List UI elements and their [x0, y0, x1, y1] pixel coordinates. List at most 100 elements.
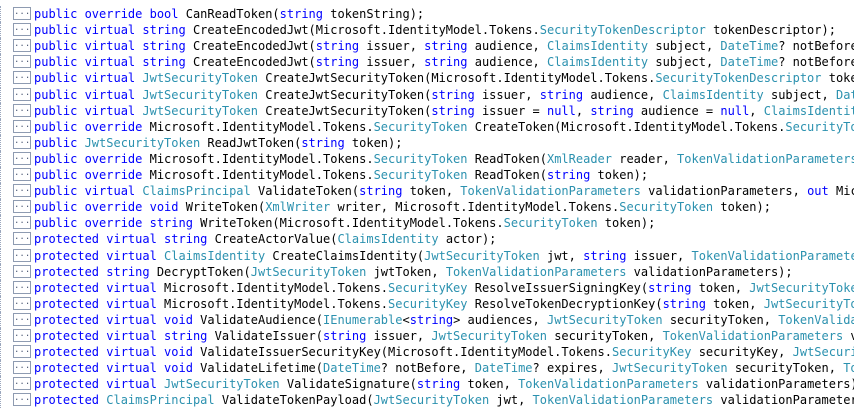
code-token: > audiences,: [453, 312, 547, 327]
type-token: JwtSecurityToken: [749, 280, 854, 295]
ellipsis-box-icon[interactable]: ...: [13, 168, 31, 181]
ellipsis-box-icon[interactable]: ...: [13, 39, 31, 53]
code-token: jwtToken,: [366, 264, 446, 279]
ellipsis-box-icon[interactable]: ...: [13, 200, 31, 214]
ellipsis-box-icon[interactable]: ...: [13, 329, 31, 342]
code-token: ValidateToken(: [250, 184, 360, 199]
type-token: JwtSecurityToken: [431, 329, 547, 343]
outline-guide: [0, 199, 13, 216]
type-token: ClaimsPrincipal: [142, 184, 251, 199]
ellipsis-box-icon[interactable]: ...: [13, 361, 31, 375]
code-token: <: [402, 312, 410, 327]
ellipsis-box-icon[interactable]: ...: [13, 232, 31, 246]
keyword-token: string: [322, 329, 367, 343]
code-line-text: public virtual string CreateEncodedJwt(s…: [34, 39, 854, 53]
ellipsis-box-icon[interactable]: ...: [13, 23, 31, 37]
ellipsis-box-icon[interactable]: ...: [13, 248, 31, 262]
code-token: ReadJwtToken(: [200, 135, 302, 150]
keyword-token: public override: [34, 119, 143, 134]
keyword-token: string: [315, 39, 360, 54]
outline-guide: [0, 311, 13, 328]
ellipsis-box-icon[interactable]: ...: [13, 296, 31, 310]
outline-guide: [0, 22, 13, 39]
code-token: ,: [575, 103, 591, 118]
keyword-token: protected virtual: [34, 248, 165, 263]
code-token: jwt,: [539, 248, 584, 263]
type-token: JwtSecurityToken: [250, 264, 367, 279]
keyword-token: string: [431, 87, 475, 102]
keyword-token: string: [648, 280, 692, 295]
type-token: JwtSecurityToken: [84, 135, 201, 150]
ellipsis-box-icon[interactable]: ...: [13, 393, 31, 407]
code-line: ... public override string WriteToken(Mic…: [0, 215, 854, 232]
type-token: JwtSecurityToken: [547, 312, 663, 327]
ellipsis-box-icon[interactable]: ...: [13, 280, 31, 294]
keyword-token: string: [590, 103, 634, 118]
code-token: ? notBefore, D: [778, 39, 854, 54]
outline-guide: [0, 344, 13, 361]
code-line: ... public virtual string CreateEncodedJw…: [0, 38, 854, 55]
keyword-token: public virtual: [34, 87, 143, 102]
code-token: WriteToken(Microsoft.IdentityModel.Token…: [192, 216, 504, 231]
type-token: ClaimsIdentity: [164, 248, 266, 263]
code-token: validationParameters);: [720, 393, 854, 408]
type-token: TokenValidationParameters: [691, 248, 854, 263]
code-line: ... protected ClaimsPrincipal ValidateTok…: [0, 392, 854, 409]
ellipsis-box-icon[interactable]: ...: [13, 151, 31, 165]
type-token: TokenValidationParameters: [532, 393, 714, 408]
code-token: ValidateIssuerSecurityKey(Microsoft.Iden…: [192, 345, 612, 360]
keyword-token: public override bool: [34, 7, 179, 21]
code-token: CreateJwtSecurityToken(Microsoft.Identit…: [257, 71, 656, 86]
code-token: token,: [705, 296, 764, 311]
keyword-token: protected string: [34, 264, 150, 279]
code-line: ... protected virtual ClaimsIdentity Crea…: [0, 247, 854, 264]
keyword-token: public: [34, 135, 85, 150]
ellipsis-box-icon[interactable]: ...: [13, 87, 31, 101]
code-line-text: public override Microsoft.IdentityModel.…: [34, 120, 854, 134]
type-token: XmlWriter: [265, 200, 331, 215]
ellipsis-box-icon[interactable]: ...: [13, 135, 31, 149]
ellipsis-box-icon[interactable]: ...: [13, 71, 31, 85]
type-token: SecurityToken: [785, 119, 854, 134]
keyword-token: public virtual string: [34, 39, 186, 54]
keyword-token: public virtual string: [34, 23, 186, 38]
code-token: token,: [402, 184, 461, 199]
type-token: ClaimsIdentity: [763, 103, 854, 118]
type-token: JwtSecurityToken: [763, 296, 854, 311]
code-token: DecryptToken(: [149, 264, 251, 279]
ellipsis-box-icon[interactable]: ...: [13, 377, 31, 391]
keyword-token: public virtual string: [34, 55, 186, 70]
type-token: IEnumerable: [323, 312, 403, 327]
code-line-text: public virtual JwtSecurityToken CreateJw…: [34, 104, 854, 118]
code-token: validationParameters);: [626, 264, 793, 279]
code-token: token);: [597, 216, 656, 231]
ellipsis-box-icon[interactable]: ...: [13, 119, 31, 133]
ellipsis-box-icon[interactable]: ...: [13, 216, 31, 230]
keyword-token: out: [807, 184, 829, 199]
type-token: SecurityKey: [611, 345, 692, 360]
keyword-token: string: [431, 103, 475, 118]
code-token: ReadToken(: [467, 168, 547, 182]
code-token: securityToken,: [727, 361, 844, 376]
code-token: token,: [691, 280, 750, 295]
ellipsis-box-icon[interactable]: ...: [13, 103, 31, 117]
code-line-text: public JwtSecurityToken ReadJwtToken(str…: [34, 136, 402, 150]
type-token: ClaimsIdentity: [547, 55, 649, 70]
ellipsis-box-icon[interactable]: ...: [13, 312, 31, 326]
ellipsis-box-icon[interactable]: ...: [13, 55, 31, 69]
keyword-token: string: [359, 184, 403, 199]
code-line: ... protected virtual Microsoft.IdentityM…: [0, 279, 854, 296]
code-token: Microsoft.IdentityModel.Tokens.: [142, 168, 374, 182]
keyword-token: public virtual: [34, 71, 143, 86]
code-line: ... public virtual JwtSecurityToken Creat…: [0, 86, 854, 103]
code-line-text: public virtual JwtSecurityToken CreateJw…: [34, 88, 854, 102]
code-token: CreateClaimsIdentity(: [265, 248, 425, 263]
type-token: SecurityToken: [619, 200, 714, 215]
type-token: DateTime: [474, 361, 533, 376]
type-token: ClaimsIdentity: [662, 87, 764, 102]
ellipsis-box-icon[interactable]: ...: [13, 7, 31, 20]
ellipsis-box-icon[interactable]: ...: [13, 184, 31, 198]
ellipsis-box-icon[interactable]: ...: [13, 345, 31, 359]
ellipsis-box-icon[interactable]: ...: [13, 264, 31, 278]
keyword-token: string: [279, 7, 324, 21]
